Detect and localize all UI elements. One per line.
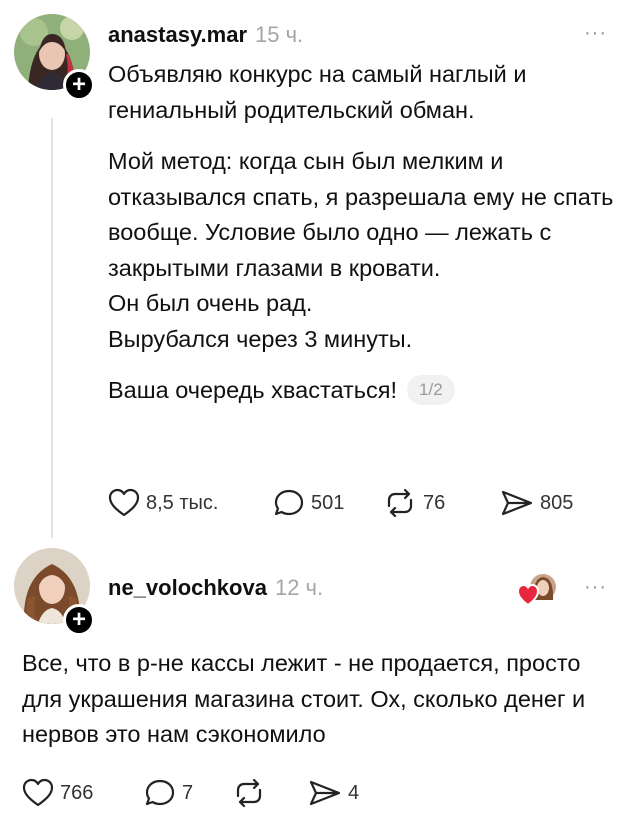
repost-arrows-icon xyxy=(232,778,266,808)
like-count: 766 xyxy=(60,781,94,804)
like-count: 8,5 тыс. xyxy=(146,491,219,514)
repost-button[interactable] xyxy=(232,778,272,808)
share-count: 805 xyxy=(540,491,574,514)
thread-line xyxy=(51,118,53,538)
heart-icon xyxy=(22,778,54,808)
follow-plus-icon[interactable]: + xyxy=(63,604,95,636)
timestamp: 12 ч. xyxy=(274,575,324,600)
share-count: 4 xyxy=(348,781,360,804)
comment-count: 7 xyxy=(182,781,194,804)
post-text: Объявляю конкурс на самый наглый и гениа… xyxy=(108,57,618,409)
liked-by-author-badge xyxy=(516,572,560,608)
comment-button[interactable]: 501 xyxy=(273,488,344,518)
repost-arrows-icon xyxy=(383,488,417,518)
post-last-line: Ваша очередь хвастаться! 1/2 xyxy=(108,373,618,409)
share-button[interactable]: 805 xyxy=(500,488,573,518)
post-paragraph: Он был очень рад. xyxy=(108,290,313,316)
repost-button[interactable]: 76 xyxy=(383,488,445,518)
more-options-icon[interactable]: ··· xyxy=(584,576,607,599)
follow-plus-icon[interactable]: + xyxy=(63,69,95,101)
username[interactable]: anastasy.mar xyxy=(108,22,247,48)
action-bar: 766 7 4 xyxy=(22,778,382,812)
more-options-icon[interactable]: ··· xyxy=(584,22,607,45)
send-icon xyxy=(308,778,342,808)
post-header: ne_volochkova 12 ч. xyxy=(108,575,323,601)
comment-count: 501 xyxy=(311,491,345,514)
post-paragraph: Мой метод: когда сын был мелким и отказы… xyxy=(108,148,614,281)
timestamp: 15 ч. xyxy=(255,22,304,47)
speech-bubble-icon xyxy=(273,488,305,518)
post-text: Все, что в р-не кассы лежит - не продает… xyxy=(22,650,586,747)
post-paragraph: Объявляю конкурс на самый наглый и гениа… xyxy=(108,61,527,123)
username[interactable]: ne_volochkova xyxy=(108,575,267,601)
like-button[interactable]: 766 xyxy=(22,778,93,808)
speech-bubble-icon xyxy=(144,778,176,808)
action-bar: 8,5 тыс. 501 76 805 xyxy=(108,488,598,522)
post-paragraph: Вырубался через 3 минуты. xyxy=(108,325,413,352)
post-header: anastasy.mar 15 ч. xyxy=(108,22,303,48)
comment-button[interactable]: 7 xyxy=(144,778,193,808)
send-icon xyxy=(500,488,534,518)
like-button[interactable]: 8,5 тыс. xyxy=(108,488,218,518)
repost-count: 76 xyxy=(423,491,446,514)
share-button[interactable]: 4 xyxy=(308,778,359,808)
post-paragraph: Ваша очередь хвастаться! xyxy=(108,377,398,403)
page-indicator: 1/2 xyxy=(407,375,455,405)
heart-icon xyxy=(108,488,140,518)
